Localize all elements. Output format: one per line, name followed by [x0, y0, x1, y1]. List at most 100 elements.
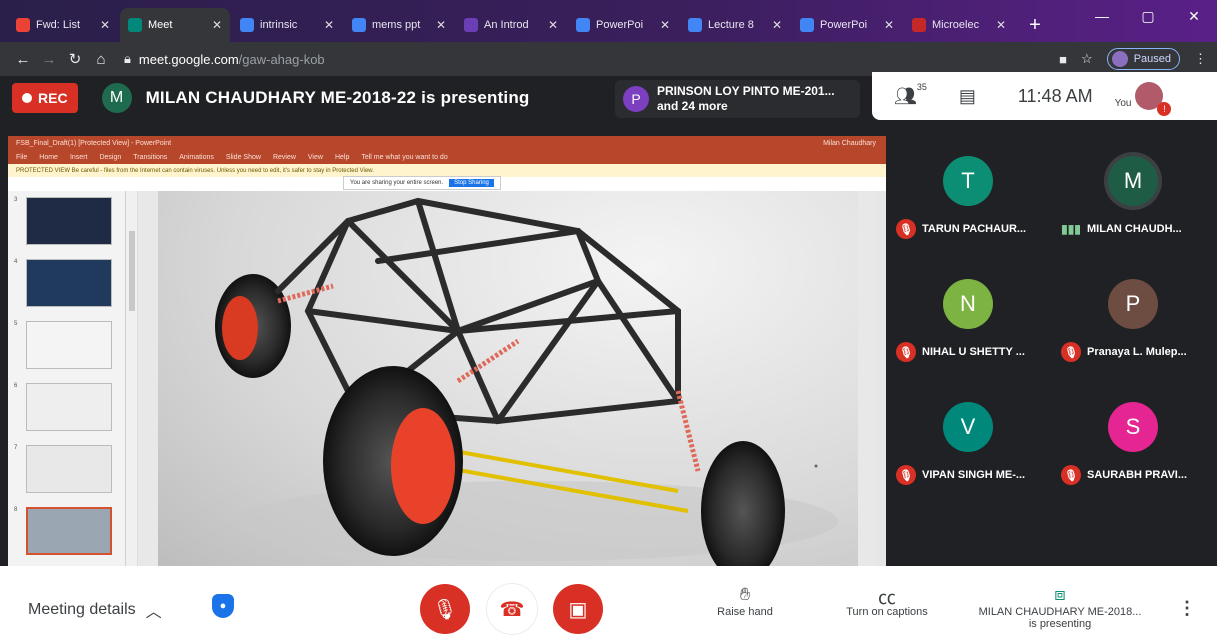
browser-tab[interactable]: PowerPoi ✕ [568, 8, 678, 42]
participant-tile[interactable]: T 🎙︎ TARUN PACHAUR... [888, 136, 1048, 261]
powerpoint-body: 3 4 5 6 7 8 [8, 191, 886, 566]
url-omnibox[interactable]: 🔒︎ meet.google.com/gaw-ahag-kob [124, 46, 1059, 72]
ribbon-tab[interactable]: File [16, 154, 27, 161]
slide-number: 5 [14, 321, 18, 327]
raise-hand-button[interactable]: ✋︎ Raise hand [712, 584, 778, 618]
slide-thumbnail-pane: 3 4 5 6 7 8 [8, 191, 126, 566]
ribbon-tab[interactable]: Review [273, 154, 296, 161]
browser-tab[interactable]: Microelec ✕ [904, 8, 1014, 42]
slide-thumbnail[interactable]: 4 [14, 259, 112, 307]
thumbnail-scrollbar[interactable] [126, 191, 138, 566]
meeting-details-button[interactable]: Meeting details ︿ [28, 598, 162, 622]
browser-tab[interactable]: An Introd ✕ [456, 8, 566, 42]
profile-button[interactable]: Paused [1106, 48, 1180, 70]
browser-tab[interactable]: mems ppt ✕ [344, 8, 454, 42]
participant-tile[interactable]: M ▮▮▮ MILAN CHAUDH... [1053, 136, 1213, 261]
meet-top-bar: REC M MILAN CHAUDHARY ME-2018-22 is pres… [0, 76, 872, 120]
meet-top-right-panel: 👥︎ 35 ▤ 11:48 AM You ! [872, 72, 1217, 120]
close-window-icon[interactable]: ✕ [1171, 0, 1217, 32]
presenting-status-button[interactable]: ⧈ MILAN CHAUDHARY ME-2018... is presenti… [965, 584, 1155, 630]
browser-tab[interactable]: Lecture 8 ✕ [680, 8, 790, 42]
minimize-icon[interactable]: — [1079, 0, 1125, 32]
powerpoint-title-bar: FSB_Final_Draft(1) [Protected View] - Po… [8, 136, 886, 150]
ribbon-tab[interactable]: Help [335, 154, 349, 161]
tab-title: PowerPoi [596, 19, 644, 31]
ribbon-tab[interactable]: Home [39, 154, 58, 161]
tab-title: Lecture 8 [708, 19, 754, 31]
tab-title: Meet [148, 19, 173, 31]
maximize-icon[interactable]: ▢ [1125, 0, 1171, 32]
tab-favicon-icon [352, 18, 366, 32]
chat-icon[interactable]: ▤ [959, 86, 976, 107]
participant-avatar: M [1108, 156, 1158, 206]
bookmark-star-icon[interactable]: ☆ [1081, 51, 1093, 67]
participant-tile[interactable]: N 🎙︎ NIHAL U SHETTY ... [888, 259, 1048, 384]
participant-name: TARUN PACHAUR... [922, 223, 1027, 235]
ribbon-tab[interactable]: Tell me what you want to do [361, 154, 447, 161]
close-tab-icon[interactable]: ✕ [100, 18, 110, 32]
reload-icon[interactable]: ↻ [62, 50, 88, 68]
participant-tile[interactable]: S 🎙︎ SAURABH PRAVI... [1053, 382, 1213, 507]
close-tab-icon[interactable]: ✕ [772, 18, 782, 32]
ribbon-tab[interactable]: Transitions [133, 154, 167, 161]
ribbon-tab[interactable]: Insert [70, 154, 88, 161]
slide-thumbnail[interactable]: 6 [14, 383, 112, 431]
slide-thumbnail[interactable]: 8 [14, 507, 112, 555]
sharing-text: You are sharing your entire screen. [350, 180, 444, 186]
back-icon[interactable]: ← [10, 51, 36, 68]
close-tab-icon[interactable]: ✕ [436, 18, 446, 32]
slide-thumbnail[interactable]: 5 [14, 321, 112, 369]
close-tab-icon[interactable]: ✕ [212, 18, 222, 32]
slide-number: 7 [14, 445, 18, 451]
people-icon[interactable]: 👥︎ 35 [894, 82, 927, 107]
leave-call-button[interactable]: ☎︎ [487, 584, 537, 634]
thumbnail-image [26, 259, 112, 307]
browser-tab[interactable]: intrinsic ✕ [232, 8, 342, 42]
participant-avatar: S [1108, 402, 1158, 452]
browser-tab[interactable]: Fwd: List ✕ [8, 8, 118, 42]
captions-button[interactable]: ㏄ Turn on captions [832, 584, 942, 618]
chrome-menu-icon[interactable]: ⋮ [1194, 51, 1207, 67]
ribbon-tab[interactable]: Design [99, 154, 121, 161]
lock-icon: 🔒︎ [124, 51, 131, 66]
close-tab-icon[interactable]: ✕ [660, 18, 670, 32]
mic-off-button[interactable]: 🎙︎ [420, 584, 470, 634]
more-options-icon[interactable]: ⋮ [1178, 598, 1196, 619]
participant-tile[interactable]: V 🎙︎ VIPAN SINGH ME-... [888, 382, 1048, 507]
browser-tab[interactable]: Meet ✕ [120, 8, 230, 42]
host-controls-shield-icon[interactable]: ● [212, 594, 234, 618]
home-icon[interactable]: ⌂ [88, 51, 114, 68]
new-tab-button[interactable]: + [1022, 12, 1048, 38]
slide-thumbnail[interactable]: 7 [14, 445, 112, 493]
thumbnail-image [26, 321, 112, 369]
close-tab-icon[interactable]: ✕ [548, 18, 558, 32]
pinned-participants-card[interactable]: P PRINSON LOY PINTO ME-201... and 24 mor… [615, 80, 860, 118]
protected-view-text: PROTECTED VIEW Be careful - files from t… [16, 167, 374, 174]
camera-icon[interactable]: ■ [1059, 52, 1067, 67]
participant-tile[interactable]: P 🎙︎ Pranaya L. Mulep... [1053, 259, 1213, 384]
ribbon-tab[interactable]: Animations [179, 154, 214, 161]
tab-title: mems ppt [372, 19, 421, 31]
ppt-user-name: Milan Chaudhary [823, 139, 876, 147]
participant-avatar: P [1108, 279, 1158, 329]
record-dot-icon [22, 93, 32, 103]
url-host: meet.google.com [138, 51, 239, 67]
profile-status: Paused [1133, 53, 1171, 65]
browser-tab[interactable]: PowerPoi ✕ [792, 8, 902, 42]
ribbon-tab[interactable]: View [308, 154, 323, 161]
camera-off-button[interactable]: ▣ [553, 584, 603, 634]
self-avatar[interactable]: ! [1135, 82, 1172, 116]
close-tab-icon[interactable]: ✕ [324, 18, 334, 32]
ribbon-tab[interactable]: Slide Show [226, 154, 261, 161]
tab-favicon-icon [464, 18, 478, 32]
browser-tab-strip: Fwd: List ✕ Meet ✕ intrinsic ✕ mems ppt ✕ An Int… [0, 0, 1217, 42]
slide-scrollbar[interactable] [876, 191, 886, 566]
recording-badge[interactable]: REC [12, 83, 78, 113]
participant-name: NIHAL U SHETTY ... [922, 346, 1025, 358]
tab-favicon-icon [688, 18, 702, 32]
close-tab-icon[interactable]: ✕ [996, 18, 1006, 32]
slide-thumbnail[interactable]: 3 [14, 197, 112, 245]
forward-icon[interactable]: → [36, 51, 62, 68]
close-tab-icon[interactable]: ✕ [884, 18, 894, 32]
stop-sharing-button[interactable]: Stop Sharing [449, 179, 494, 187]
